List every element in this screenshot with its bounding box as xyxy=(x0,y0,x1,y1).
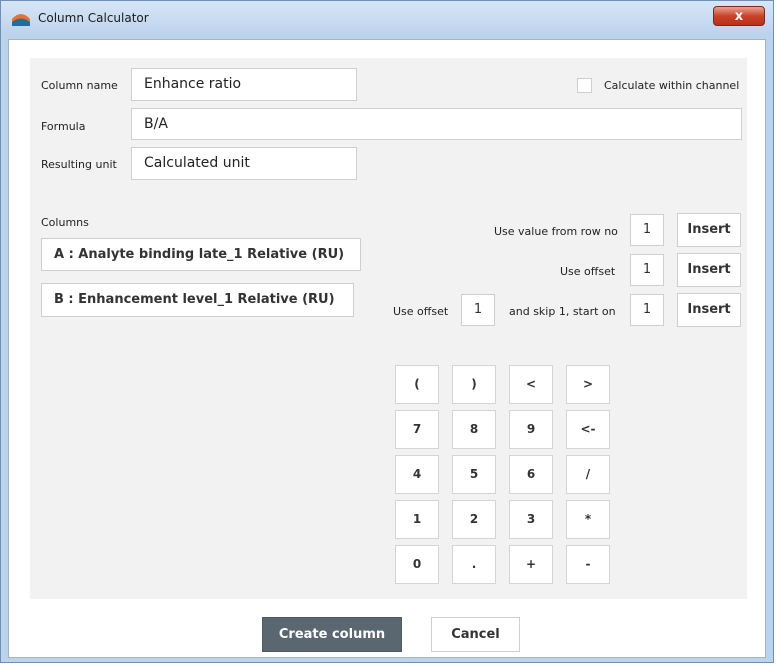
skip-start-label: and skip 1, start on xyxy=(509,305,616,318)
columns-label: Columns xyxy=(41,216,89,229)
key-7[interactable]: 7 xyxy=(395,410,439,449)
cancel-button[interactable]: Cancel xyxy=(431,617,520,652)
column-b-button[interactable]: B : Enhancement level_1 Relative (RU) xyxy=(41,283,354,317)
use-offset-label: Use offset xyxy=(560,265,616,278)
insert-row-value-button[interactable]: Insert xyxy=(677,213,741,247)
dialog-body: Column name Enhance ratio Calculate with… xyxy=(8,39,766,658)
resulting-unit-input[interactable]: Calculated unit xyxy=(131,147,357,180)
key-less-than[interactable]: < xyxy=(509,365,553,404)
calculate-within-channel-label: Calculate within channel xyxy=(604,79,740,92)
close-button[interactable]: x xyxy=(713,6,765,26)
key-multiply[interactable]: * xyxy=(566,500,610,539)
key-6[interactable]: 6 xyxy=(509,455,553,494)
calculate-within-channel-checkbox[interactable] xyxy=(577,78,592,93)
key-minus[interactable]: - xyxy=(566,545,610,584)
column-calculator-icon xyxy=(12,14,30,26)
key-5[interactable]: 5 xyxy=(452,455,496,494)
key-close-paren[interactable]: ) xyxy=(452,365,496,404)
calculator-panel: Column name Enhance ratio Calculate with… xyxy=(30,58,747,599)
window-title: Column Calculator xyxy=(38,11,149,25)
row-number-input[interactable]: 1 xyxy=(630,214,664,246)
offset-input[interactable]: 1 xyxy=(630,254,664,286)
key-3[interactable]: 3 xyxy=(509,500,553,539)
resulting-unit-label: Resulting unit xyxy=(41,158,117,171)
insert-offset-button[interactable]: Insert xyxy=(677,253,741,287)
skip-use-offset-label: Use offset xyxy=(393,305,449,318)
skip-offset-input[interactable]: 1 xyxy=(461,294,495,326)
column-name-input[interactable]: Enhance ratio xyxy=(131,68,357,101)
key-2[interactable]: 2 xyxy=(452,500,496,539)
formula-label: Formula xyxy=(41,120,86,133)
key-4[interactable]: 4 xyxy=(395,455,439,494)
key-divide[interactable]: / xyxy=(566,455,610,494)
create-column-button[interactable]: Create column xyxy=(262,617,402,652)
column-calculator-window: Column Calculator x Column name Enhance … xyxy=(0,0,774,663)
key-8[interactable]: 8 xyxy=(452,410,496,449)
key-decimal[interactable]: . xyxy=(452,545,496,584)
key-greater-than[interactable]: > xyxy=(566,365,610,404)
key-9[interactable]: 9 xyxy=(509,410,553,449)
key-0[interactable]: 0 xyxy=(395,545,439,584)
insert-skip-button[interactable]: Insert xyxy=(677,293,741,327)
key-backspace[interactable]: <- xyxy=(566,410,610,449)
key-plus[interactable]: + xyxy=(509,545,553,584)
key-1[interactable]: 1 xyxy=(395,500,439,539)
start-on-input[interactable]: 1 xyxy=(630,294,664,326)
column-name-label: Column name xyxy=(41,79,118,92)
title-bar: Column Calculator x xyxy=(1,1,773,35)
column-a-button[interactable]: A : Analyte binding late_1 Relative (RU) xyxy=(41,238,361,271)
use-value-from-row-label: Use value from row no xyxy=(494,225,618,238)
formula-input[interactable]: B/A xyxy=(131,108,742,140)
key-open-paren[interactable]: ( xyxy=(395,365,439,404)
